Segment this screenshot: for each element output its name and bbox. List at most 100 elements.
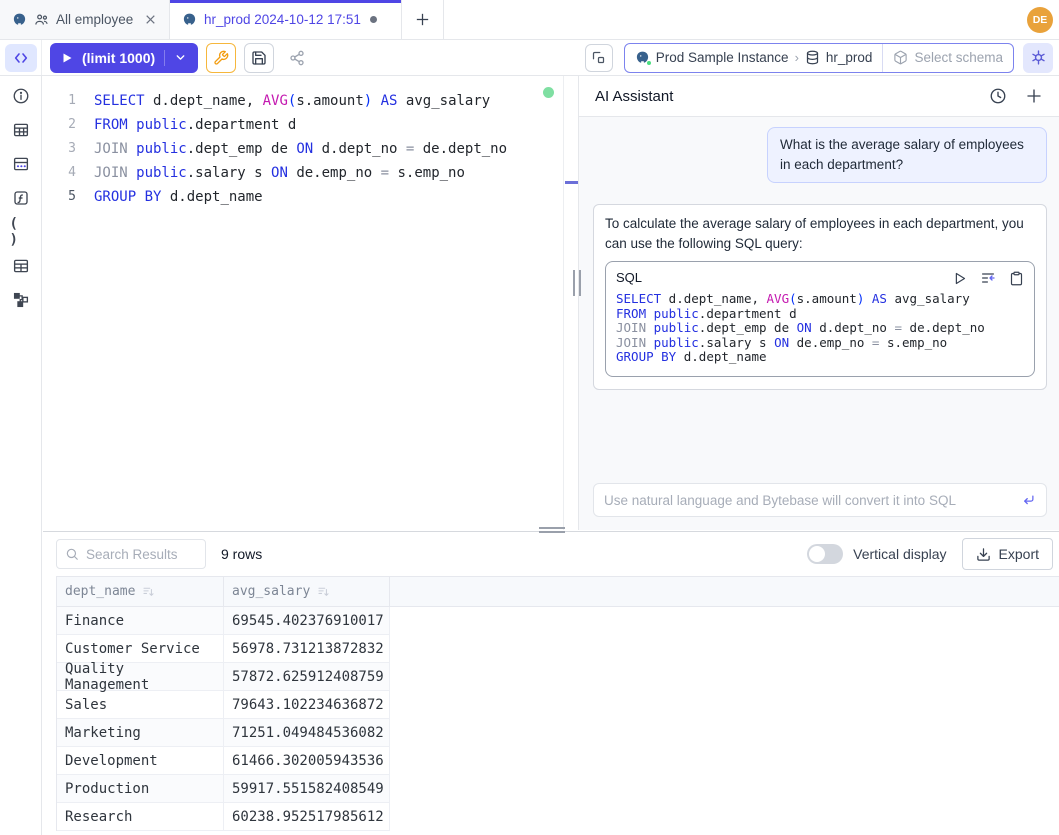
share-button[interactable] <box>282 43 312 73</box>
table-row[interactable]: Production59917.551582408549 <box>57 775 1059 803</box>
code-panel-toggle[interactable] <box>5 44 37 72</box>
cell-avg-salary[interactable]: 57872.625912408759 <box>224 663 390 691</box>
cell-avg-salary[interactable]: 69545.402376910017 <box>224 607 390 635</box>
schema-placeholder: Select schema <box>914 50 1003 65</box>
instance-name: Prod Sample Instance <box>656 50 789 65</box>
save-icon <box>251 50 267 66</box>
code-line: GROUP BY d.dept_name <box>616 350 1024 365</box>
function-icon[interactable] <box>10 187 32 209</box>
column-header-avg-salary[interactable]: avg_salary <box>224 577 390 607</box>
code-line[interactable]: 3JOIN public.dept_emp de ON d.dept_no = … <box>43 137 563 161</box>
run-snippet-button[interactable] <box>952 271 967 286</box>
tab-hr-prod[interactable]: hr_prod 2024-10-12 17:51 <box>170 0 402 39</box>
new-chat-button[interactable] <box>1025 87 1043 105</box>
table-row[interactable]: Finance69545.402376910017 <box>57 607 1059 635</box>
copy-icon[interactable] <box>1009 271 1024 286</box>
results-panel: Search Results 9 rows Vertical display E… <box>43 531 1059 835</box>
input-placeholder: Use natural language and Bytebase will c… <box>604 493 1013 508</box>
cube-icon <box>893 50 908 65</box>
panel-resize-handle[interactable] <box>573 270 581 296</box>
cell-avg-salary[interactable]: 56978.731213872832 <box>224 635 390 663</box>
cell-dept-name[interactable]: Research <box>57 803 224 831</box>
search-results-input[interactable]: Search Results <box>56 539 206 569</box>
sql-editor-app: All employee hr_prod 2024-10-12 17:51 DE… <box>0 0 1059 835</box>
save-sheet-button[interactable] <box>244 43 274 73</box>
table-row[interactable]: Research60238.952517985612 <box>57 803 1059 831</box>
search-placeholder: Search Results <box>86 547 178 562</box>
table-row[interactable]: Customer Service56978.731213872832 <box>57 635 1059 663</box>
database-name: hr_prod <box>826 50 873 65</box>
vertical-display-label: Vertical display <box>853 546 946 562</box>
table-header: dept_name avg_salary <box>57 577 1059 607</box>
table-icon[interactable] <box>10 119 32 141</box>
run-query-button[interactable]: (limit 1000) <box>50 43 198 73</box>
new-tab-button[interactable] <box>402 0 444 39</box>
unsaved-dot <box>370 16 377 23</box>
cell-avg-salary[interactable]: 59917.551582408549 <box>224 775 390 803</box>
cell-filler <box>390 803 1059 831</box>
cell-filler <box>390 747 1059 775</box>
cell-filler <box>390 691 1059 719</box>
insert-into-editor-button[interactable] <box>980 270 996 286</box>
main-split: 1SELECT d.dept_name, AVG(s.amount) AS av… <box>43 76 1059 530</box>
table-row[interactable]: Marketing71251.049484536082 <box>57 719 1059 747</box>
line-number: 3 <box>43 137 76 161</box>
tab-label: hr_prod 2024-10-12 17:51 <box>204 12 361 27</box>
download-icon <box>976 547 991 562</box>
table-row[interactable]: Sales79643.102234636872 <box>57 691 1059 719</box>
code-line[interactable]: 5GROUP BY d.dept_name <box>43 185 563 209</box>
info-icon[interactable] <box>10 85 32 107</box>
connection-breadcrumb: Prod Sample Instance › hr_prod Select sc… <box>624 43 1014 73</box>
schema-selector[interactable]: Select schema <box>882 44 1013 72</box>
avatar[interactable]: DE <box>1027 7 1053 33</box>
code-line[interactable]: 1SELECT d.dept_name, AVG(s.amount) AS av… <box>43 89 563 113</box>
line-number: 4 <box>43 161 76 185</box>
sql-editor[interactable]: 1SELECT d.dept_name, AVG(s.amount) AS av… <box>43 76 563 530</box>
ai-panel-title: AI Assistant <box>595 88 971 105</box>
instance-database-selector[interactable]: Prod Sample Instance › hr_prod <box>625 44 883 72</box>
breadcrumb-separator: › <box>795 50 799 65</box>
code-line[interactable]: 4JOIN public.salary s ON de.emp_no = s.e… <box>43 161 563 185</box>
parentheses-icon[interactable]: ( ) <box>10 221 32 243</box>
connection-health-dot <box>543 87 554 98</box>
cell-avg-salary[interactable]: 61466.302005943536 <box>224 747 390 775</box>
wrench-icon <box>213 50 229 66</box>
tab-all-employee[interactable]: All employee <box>0 0 170 39</box>
cell-dept-name[interactable]: Customer Service <box>57 635 224 663</box>
cell-dept-name[interactable]: Marketing <box>57 719 224 747</box>
admin-wrench-button[interactable] <box>206 43 236 73</box>
schema-diagram-icon[interactable] <box>10 153 32 175</box>
code-line: JOIN public.salary s ON de.emp_no = s.em… <box>616 336 1024 351</box>
ai-panel-header: AI Assistant <box>579 76 1059 117</box>
tables-icon[interactable] <box>10 255 32 277</box>
ai-prompt-input[interactable]: Use natural language and Bytebase will c… <box>593 483 1047 517</box>
cell-avg-salary[interactable]: 71251.049484536082 <box>224 719 390 747</box>
close-icon[interactable] <box>144 13 157 26</box>
cell-dept-name[interactable]: Production <box>57 775 224 803</box>
tab-label: All employee <box>56 12 133 27</box>
cell-avg-salary[interactable]: 79643.102234636872 <box>224 691 390 719</box>
cell-dept-name[interactable]: Development <box>57 747 224 775</box>
column-header-dept-name[interactable]: dept_name <box>57 577 224 607</box>
cell-dept-name[interactable]: Sales <box>57 691 224 719</box>
editor-toolbar: (limit 1000) Prod Sample Instance › <box>0 40 1059 76</box>
table-row[interactable]: Quality Management57872.625912408759 <box>57 663 1059 691</box>
sort-icon <box>142 585 155 598</box>
line-number: 5 <box>43 185 76 209</box>
history-button[interactable] <box>989 87 1007 105</box>
er-diagram-icon[interactable] <box>10 289 32 311</box>
row-count: 9 rows <box>221 546 262 562</box>
ai-assistant-button[interactable] <box>1023 43 1053 73</box>
table-row[interactable]: Development61466.302005943536 <box>57 747 1059 775</box>
cell-avg-salary[interactable]: 60238.952517985612 <box>224 803 390 831</box>
cell-dept-name[interactable]: Quality Management <box>57 663 224 691</box>
export-button[interactable]: Export <box>962 538 1053 570</box>
results-resize-handle[interactable] <box>539 527 565 533</box>
code-line[interactable]: 2FROM public.department d <box>43 113 563 137</box>
chat-area: What is the average salary of employees … <box>579 117 1059 530</box>
vertical-display-toggle[interactable] <box>807 544 843 564</box>
search-icon <box>65 547 79 561</box>
editor-scrollbar[interactable] <box>563 76 578 530</box>
cell-dept-name[interactable]: Finance <box>57 607 224 635</box>
format-sql-button[interactable] <box>585 44 613 72</box>
